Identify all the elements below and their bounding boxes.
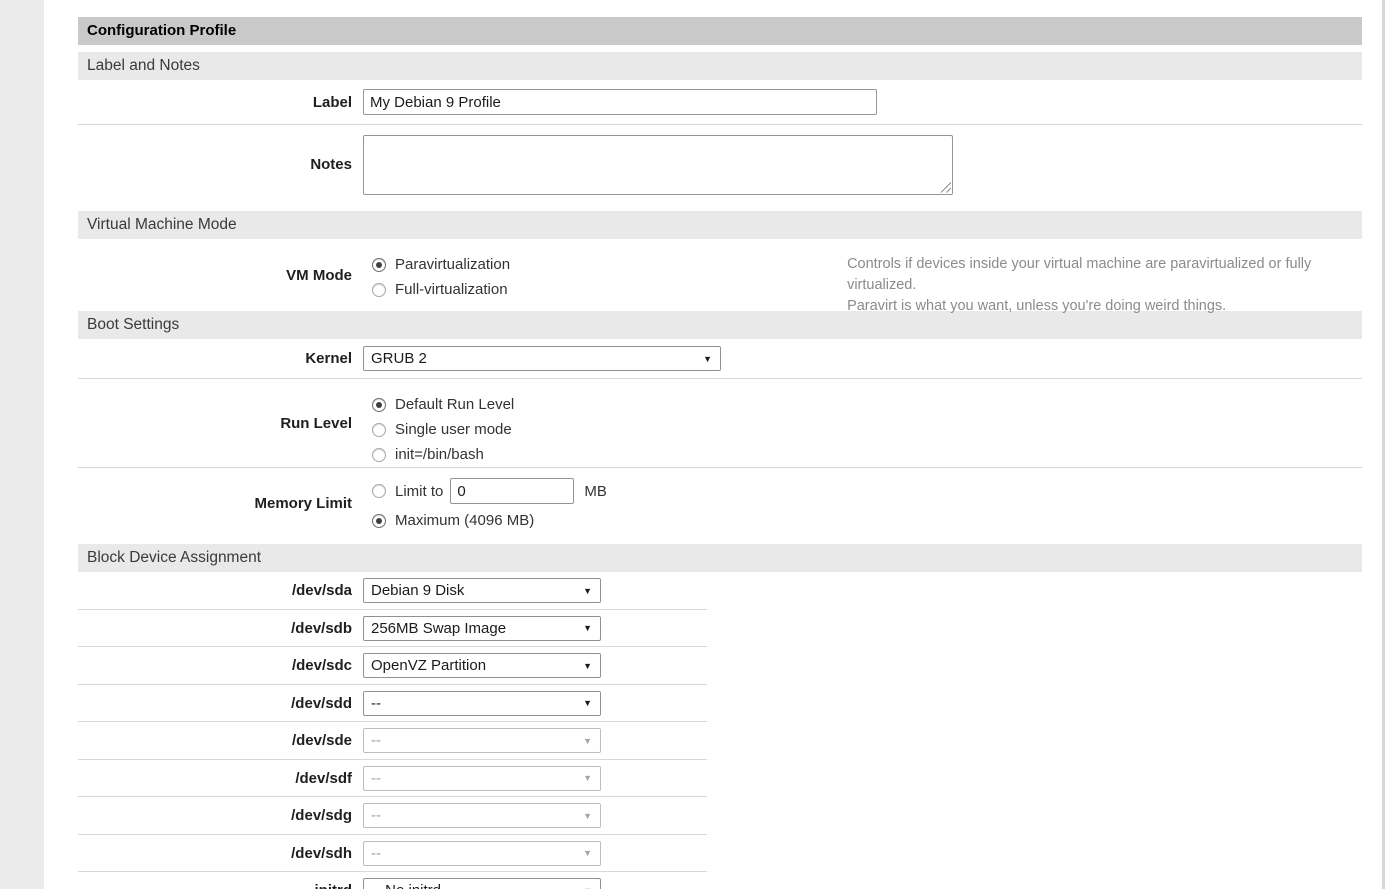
vm-mode-option-paravirtualization[interactable]: Paravirtualization — [363, 252, 510, 277]
dropdown-arrow-icon: ▼ — [583, 661, 592, 671]
device-label: /dev/sda — [78, 582, 352, 599]
label-field-row: Label — [78, 80, 1362, 125]
device-select-value: -- — [371, 807, 381, 824]
kernel-select[interactable]: GRUB 2 ▼ — [363, 346, 721, 371]
section-block-device-assignment: Block Device Assignment — [78, 544, 1362, 572]
vm-mode-options: Paravirtualization Full-virtualization — [363, 239, 510, 302]
device-row-sdg: /dev/sdg -- ▼ — [78, 797, 1362, 835]
device-label: /dev/sde — [78, 732, 352, 749]
memory-limit-label: Memory Limit — [78, 495, 352, 512]
dropdown-arrow-icon: ▼ — [583, 811, 592, 821]
device-label: /dev/sdf — [78, 770, 352, 787]
limit-to-text[interactable]: Limit to — [395, 483, 443, 500]
device-row-sdc: /dev/sdc OpenVZ Partition ▼ — [78, 647, 1362, 685]
device-select-sde: -- ▼ — [363, 728, 601, 753]
radio-paravirtualization[interactable] — [372, 258, 386, 272]
device-label: /dev/sdg — [78, 807, 352, 824]
vm-mode-help-text: Controls if devices inside your virtual … — [847, 239, 1362, 317]
device-row-initrd: initrd -- No initrd -- ▼ — [78, 872, 1362, 889]
device-select-initrd[interactable]: -- No initrd -- ▼ — [363, 878, 601, 889]
radio-label[interactable]: Maximum (4096 MB) — [395, 512, 534, 529]
vm-mode-help-line2: Paravirt is what you want, unless you're… — [847, 296, 1362, 317]
device-select-value: -- — [371, 732, 381, 749]
device-label: /dev/sdh — [78, 845, 352, 862]
radio-single-user-mode[interactable] — [372, 423, 386, 437]
device-row-sdf: /dev/sdf -- ▼ — [78, 760, 1362, 798]
memory-limit-row: Memory Limit Limit to MB Maximum (4096 M… — [78, 468, 1362, 538]
configuration-profile-page: Configuration Profile Label and Notes La… — [0, 0, 1388, 889]
device-row-sde: /dev/sde -- ▼ — [78, 722, 1362, 760]
radio-init-bin-bash[interactable] — [372, 448, 386, 462]
radio-full-virtualization[interactable] — [372, 283, 386, 297]
vm-mode-label: VM Mode — [78, 267, 352, 284]
notes-textarea-wrapper — [363, 135, 953, 195]
kernel-select-value: GRUB 2 — [371, 350, 427, 367]
dropdown-arrow-icon: ▼ — [583, 698, 592, 708]
device-select-sdc[interactable]: OpenVZ Partition ▼ — [363, 653, 601, 678]
notes-field-row: Notes — [78, 125, 1362, 204]
device-row-sdd: /dev/sdd -- ▼ — [78, 685, 1362, 723]
radio-maximum[interactable] — [372, 514, 386, 528]
radio-limit-to[interactable] — [372, 484, 386, 498]
scrollbar[interactable] — [1382, 0, 1385, 889]
radio-label[interactable]: Default Run Level — [395, 396, 514, 413]
kernel-row: Kernel GRUB 2 ▼ — [78, 339, 1362, 379]
device-label: /dev/sdd — [78, 695, 352, 712]
device-row-sdb: /dev/sdb 256MB Swap Image ▼ — [78, 610, 1362, 648]
run-level-option-init-bash[interactable]: init=/bin/bash — [363, 442, 514, 467]
device-select-value: -- — [371, 695, 381, 712]
label-field-label: Label — [78, 94, 352, 111]
device-select-sdg: -- ▼ — [363, 803, 601, 828]
memory-unit-text: MB — [584, 483, 607, 500]
radio-default-run-level[interactable] — [372, 398, 386, 412]
device-select-value: 256MB Swap Image — [371, 620, 506, 637]
dropdown-arrow-icon: ▼ — [583, 586, 592, 596]
notes-field-label: Notes — [78, 156, 352, 173]
device-row-sdh: /dev/sdh -- ▼ — [78, 835, 1362, 873]
dropdown-arrow-icon: ▼ — [583, 623, 592, 633]
device-select-value: -- — [371, 845, 381, 862]
device-label: /dev/sdc — [78, 657, 352, 674]
radio-label[interactable]: init=/bin/bash — [395, 446, 484, 463]
device-select-value: OpenVZ Partition — [371, 657, 486, 674]
radio-label[interactable]: Single user mode — [395, 421, 512, 438]
device-label: /dev/sdb — [78, 620, 352, 637]
vm-mode-help-line1: Controls if devices inside your virtual … — [847, 254, 1362, 296]
device-select-sdd[interactable]: -- ▼ — [363, 691, 601, 716]
radio-label[interactable]: Full-virtualization — [395, 281, 508, 298]
section-label-and-notes: Label and Notes — [78, 52, 1362, 80]
run-level-option-default[interactable]: Default Run Level — [363, 392, 514, 417]
memory-limit-options: Limit to MB Maximum (4096 MB) — [363, 468, 607, 533]
dropdown-arrow-icon: ▼ — [703, 354, 712, 364]
vm-mode-option-full-virtualization[interactable]: Full-virtualization — [363, 277, 510, 302]
radio-label[interactable]: Paravirtualization — [395, 256, 510, 273]
run-level-row: Run Level Default Run Level Single user … — [78, 379, 1362, 468]
device-select-sdh: -- ▼ — [363, 841, 601, 866]
device-label: initrd — [78, 882, 352, 889]
device-select-value: -- No initrd -- — [371, 882, 455, 889]
page-title: Configuration Profile — [78, 17, 1362, 45]
device-select-value: Debian 9 Disk — [371, 582, 464, 599]
device-select-value: -- — [371, 770, 381, 787]
memory-limit-input[interactable] — [450, 478, 574, 504]
label-input[interactable] — [363, 89, 877, 115]
kernel-label: Kernel — [78, 350, 352, 367]
run-level-option-single-user[interactable]: Single user mode — [363, 417, 514, 442]
configuration-form: Configuration Profile Label and Notes La… — [78, 17, 1362, 889]
device-select-sda[interactable]: Debian 9 Disk ▼ — [363, 578, 601, 603]
device-select-sdb[interactable]: 256MB Swap Image ▼ — [363, 616, 601, 641]
notes-textarea[interactable] — [363, 135, 953, 195]
section-virtual-machine-mode: Virtual Machine Mode — [78, 211, 1362, 239]
memory-limit-option-maximum[interactable]: Maximum (4096 MB) — [363, 508, 607, 533]
dropdown-arrow-icon: ▼ — [583, 736, 592, 746]
device-row-sda: /dev/sda Debian 9 Disk ▼ — [78, 572, 1362, 610]
device-select-sdf: -- ▼ — [363, 766, 601, 791]
dropdown-arrow-icon: ▼ — [583, 848, 592, 858]
page-left-margin — [0, 0, 44, 889]
vm-mode-row: VM Mode Paravirtualization Full-virtuali… — [78, 239, 1362, 311]
dropdown-arrow-icon: ▼ — [583, 773, 592, 783]
run-level-label: Run Level — [78, 415, 352, 432]
run-level-options: Default Run Level Single user mode init=… — [363, 379, 514, 467]
memory-limit-option-limit[interactable]: Limit to MB — [363, 476, 607, 506]
